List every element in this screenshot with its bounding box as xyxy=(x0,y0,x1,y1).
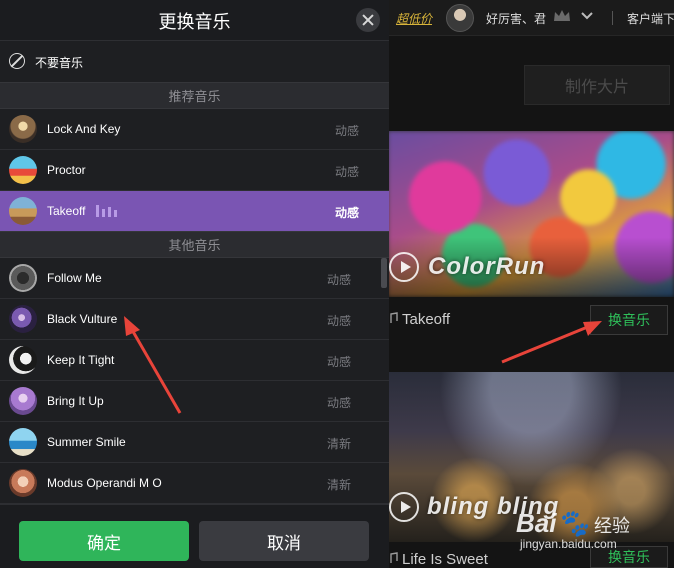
music-title: Proctor xyxy=(47,163,86,177)
music-tag: 清新 xyxy=(327,478,352,492)
music-thumbnail xyxy=(9,156,37,184)
music-thumbnail xyxy=(9,428,37,456)
watermark-text: 经验 xyxy=(594,516,630,536)
music-tag: 动感 xyxy=(327,396,352,410)
dialog-footer: 确定 取消 xyxy=(0,504,389,568)
music-list-item[interactable]: Black Vulture 动感 xyxy=(0,299,389,340)
watermark-url: jingyan.baidu.com xyxy=(520,537,617,551)
music-title: Follow Me xyxy=(47,271,102,285)
no-music-label: 不要音乐 xyxy=(35,56,84,70)
music-title: Takeoff xyxy=(47,204,86,218)
music-tag: 动感 xyxy=(327,355,352,369)
dialog-title: 更换音乐 xyxy=(158,12,231,32)
make-video-button[interactable]: 制作大片 xyxy=(524,65,670,105)
dialog-header: 更换音乐 xyxy=(0,0,389,41)
watermark-logo: Bai🐾 xyxy=(516,508,589,538)
video-overlay-title: ColorRun xyxy=(428,253,546,280)
avatar[interactable] xyxy=(446,4,474,32)
chevron-down-icon[interactable] xyxy=(580,9,594,23)
music-tag: 动感 xyxy=(335,165,360,179)
watermark: Bai🐾 经验 jingyan.baidu.com xyxy=(516,508,646,551)
music-list-item[interactable]: Lock And Key 动感 xyxy=(0,109,389,150)
music-title: Modus Operandi M O xyxy=(47,476,162,490)
list-scrollbar[interactable] xyxy=(381,258,387,288)
music-title: Bring It Up xyxy=(47,394,104,408)
music-list-item[interactable]: Bring It Up 动感 xyxy=(0,381,389,422)
music-list-item[interactable]: Summer Smile 清新 xyxy=(0,422,389,463)
section-header-recommended: 推荐音乐 xyxy=(0,82,389,109)
music-list-item[interactable]: Keep It Tight 动感 xyxy=(0,340,389,381)
music-list-item[interactable]: Modus Operandi M O 清新 xyxy=(0,463,389,504)
music-thumbnail xyxy=(9,346,37,374)
music-thumbnail xyxy=(9,264,37,292)
prohibited-icon xyxy=(9,53,25,69)
music-tag: 动感 xyxy=(327,273,352,287)
music-thumbnail xyxy=(9,387,37,415)
play-icon[interactable] xyxy=(389,252,419,282)
client-download-link[interactable]: 客户端下 xyxy=(627,10,674,27)
track-name: Life Is Sweet xyxy=(402,551,488,568)
music-list-item[interactable]: Follow Me 动感 xyxy=(0,258,389,299)
playing-equalizer-icon xyxy=(96,205,122,217)
no-music-option[interactable]: 不要音乐 xyxy=(0,41,389,82)
cancel-button[interactable]: 取消 xyxy=(199,521,369,561)
divider xyxy=(612,11,613,25)
close-icon[interactable] xyxy=(356,8,380,32)
username[interactable]: 好厉害、君 xyxy=(486,10,546,27)
music-list-item-selected[interactable]: Takeoff 动感 xyxy=(0,191,389,231)
music-note-icon xyxy=(390,312,398,323)
confirm-button[interactable]: 确定 xyxy=(19,521,189,561)
play-icon[interactable] xyxy=(389,492,419,522)
music-title: Keep It Tight xyxy=(47,353,115,367)
music-title: Black Vulture xyxy=(47,312,118,326)
section-header-other: 其他音乐 xyxy=(0,231,389,258)
promo-link[interactable]: 超低价 xyxy=(396,10,432,27)
music-thumbnail xyxy=(9,469,37,497)
music-tag: 动感 xyxy=(335,124,360,138)
music-tag: 动感 xyxy=(335,206,360,220)
music-title: Summer Smile xyxy=(47,435,126,449)
crown-icon xyxy=(554,10,570,21)
music-tag: 清新 xyxy=(327,437,352,451)
music-note-icon xyxy=(390,552,398,563)
music-list-item[interactable]: Proctor 动感 xyxy=(0,150,389,191)
track-name: Takeoff xyxy=(402,311,451,328)
music-tag: 动感 xyxy=(327,314,352,328)
music-thumbnail xyxy=(9,305,37,333)
change-music-dialog: 更换音乐 不要音乐 推荐音乐 Lock And Key 动感 Proctor 动… xyxy=(0,0,389,568)
change-music-button[interactable]: 换音乐 xyxy=(590,305,668,335)
music-title: Lock And Key xyxy=(47,122,121,136)
music-thumbnail xyxy=(9,115,37,143)
music-thumbnail xyxy=(9,197,37,225)
